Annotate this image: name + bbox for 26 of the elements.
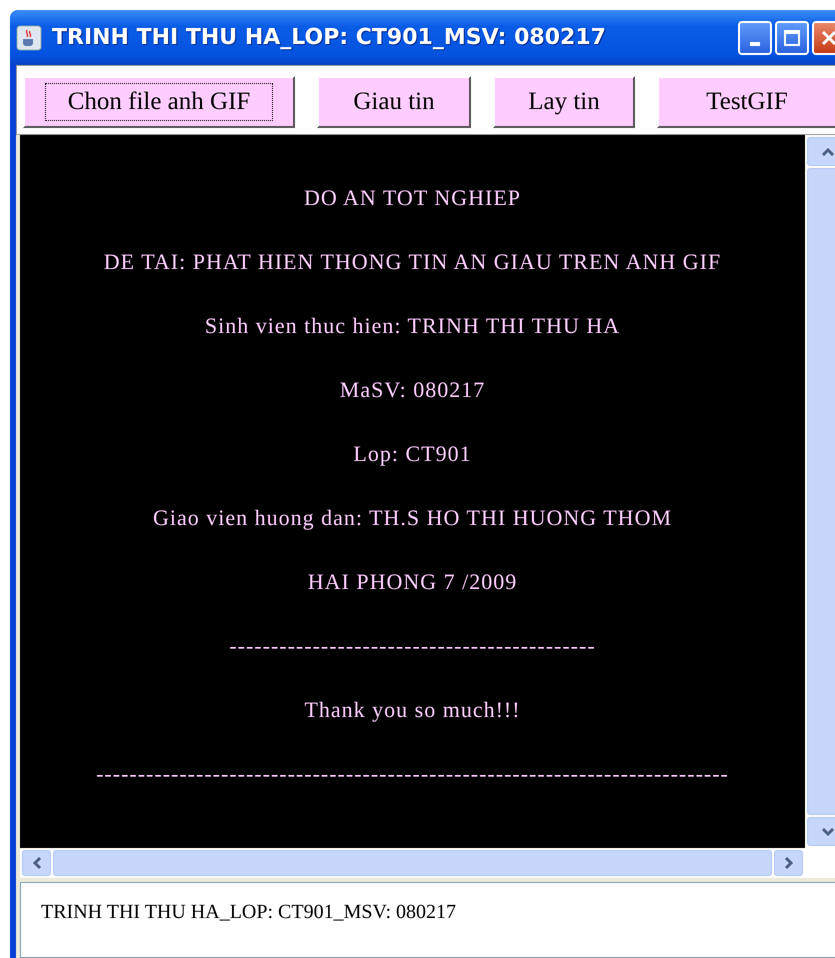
text-line: Lop: CT901: [353, 441, 472, 467]
window-title: TRINH THI THU HA_LOP: CT901_MSV: 080217: [52, 25, 607, 50]
text-line: DE TAI: PHAT HIEN THONG TIN AN GIAU TREN ANH GIF: [104, 249, 722, 275]
scroll-thumb[interactable]: [53, 850, 772, 876]
toolbar-button[interactable]: Giau tin: [317, 76, 471, 128]
text-line: Giao vien huong dan: TH.S HO THI HUONG THOM: [152, 505, 672, 531]
text-line: MaSV: 080217: [340, 377, 486, 403]
coffee-cup-icon: [16, 24, 42, 50]
toolbar-button[interactable]: TestGIF: [657, 76, 835, 128]
scroll-right-button[interactable]: [774, 850, 803, 876]
close-icon: [820, 28, 835, 46]
text-line: Sinh vien thuc hien: TRINH THI THU HA: [204, 313, 620, 339]
minimize-button[interactable]: [738, 20, 772, 54]
text-line: ----------------------------------------------------------------------------: [96, 761, 729, 787]
horizontal-scrollbar[interactable]: [20, 848, 805, 878]
toolbar-button[interactable]: Lay tin: [493, 76, 635, 128]
scroll-left-button[interactable]: [22, 850, 51, 876]
text-line: Thank you so much!!!: [304, 697, 521, 723]
maximize-icon: [783, 28, 801, 46]
text-field[interactable]: TRINH THI THU HA_LOP: CT901_MSV: 080217: [20, 882, 835, 958]
minimize-icon: [750, 42, 760, 46]
toolbar-button[interactable]: Chon file anh GIF: [23, 76, 295, 128]
text-line: --------------------------------------------: [229, 633, 596, 659]
text-line: HAI PHONG 7 /2009: [308, 569, 518, 595]
maximize-button[interactable]: [775, 20, 809, 54]
text-line: DO AN TOT NGHIEP: [304, 185, 522, 211]
